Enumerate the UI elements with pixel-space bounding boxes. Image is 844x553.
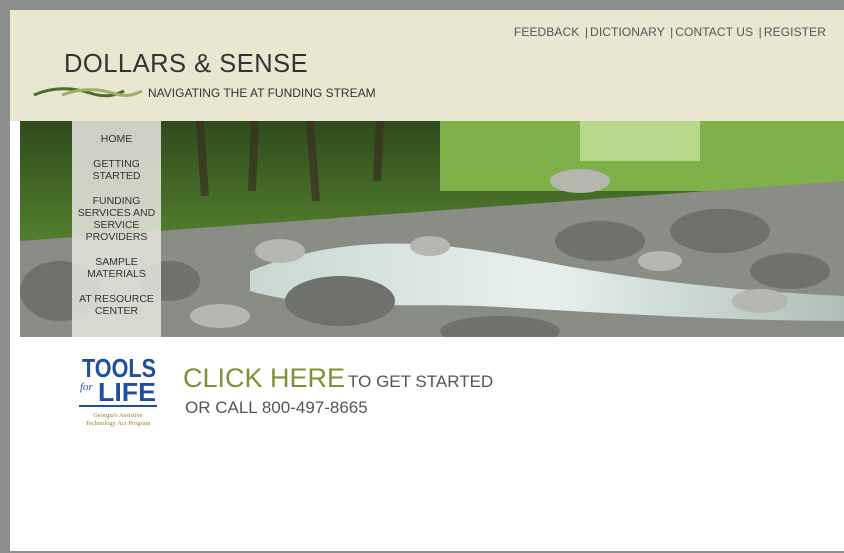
logo-subtitle-2: Technology Act Program bbox=[85, 420, 150, 427]
nav-separator: | bbox=[758, 25, 762, 39]
cta-line: CLICK HERE TO GET STARTED bbox=[183, 363, 493, 397]
wave-logo-icon bbox=[33, 87, 143, 98]
side-nav: HOME GETTING STARTED FUNDING SERVICES AN… bbox=[72, 121, 161, 337]
hero-banner: HOME GETTING STARTED FUNDING SERVICES AN… bbox=[20, 121, 844, 337]
site-tagline: NAVIGATING THE AT FUNDING STREAM bbox=[148, 86, 376, 100]
top-nav: FEEDBACK | DICTIONARY | CONTACT US | REGIST… bbox=[514, 25, 826, 39]
contact-us-link[interactable]: CONTACT US bbox=[675, 25, 753, 39]
site-title: DOLLARS & SENSE bbox=[64, 50, 309, 78]
nav-at-resource-center[interactable]: AT RESOURCE CENTER bbox=[74, 293, 160, 317]
tools-for-life-logo[interactable]: TOOLS for LIFE Georgia's Assistive Techn… bbox=[78, 350, 162, 436]
nav-home[interactable]: HOME bbox=[101, 133, 133, 145]
logo-subtitle-1: Georgia's Assistive bbox=[93, 412, 143, 419]
page: FEEDBACK | DICTIONARY | CONTACT US | REGIST… bbox=[10, 10, 844, 551]
nav-getting-started[interactable]: GETTING STARTED bbox=[86, 158, 148, 182]
logo-life-text: LIFE bbox=[98, 377, 156, 407]
call-phone-text: OR CALL 800-497-8665 bbox=[185, 398, 368, 417]
site-header: FEEDBACK | DICTIONARY | CONTACT US | REGIST… bbox=[10, 10, 844, 121]
cta-rest-text: TO GET STARTED bbox=[348, 372, 494, 391]
click-here-link[interactable]: CLICK HERE bbox=[183, 363, 345, 393]
nav-sample-materials[interactable]: SAMPLE MATERIALS bbox=[82, 256, 152, 280]
register-link[interactable]: REGISTER bbox=[764, 25, 826, 39]
dictionary-link[interactable]: DICTIONARY bbox=[590, 25, 665, 39]
nav-funding-services[interactable]: FUNDING SERVICES AND SERVICE PROVIDERS bbox=[76, 195, 158, 243]
nav-separator: | bbox=[584, 25, 589, 39]
logo-for-text: for bbox=[80, 381, 94, 393]
feedback-link[interactable]: FEEDBACK bbox=[514, 25, 579, 39]
